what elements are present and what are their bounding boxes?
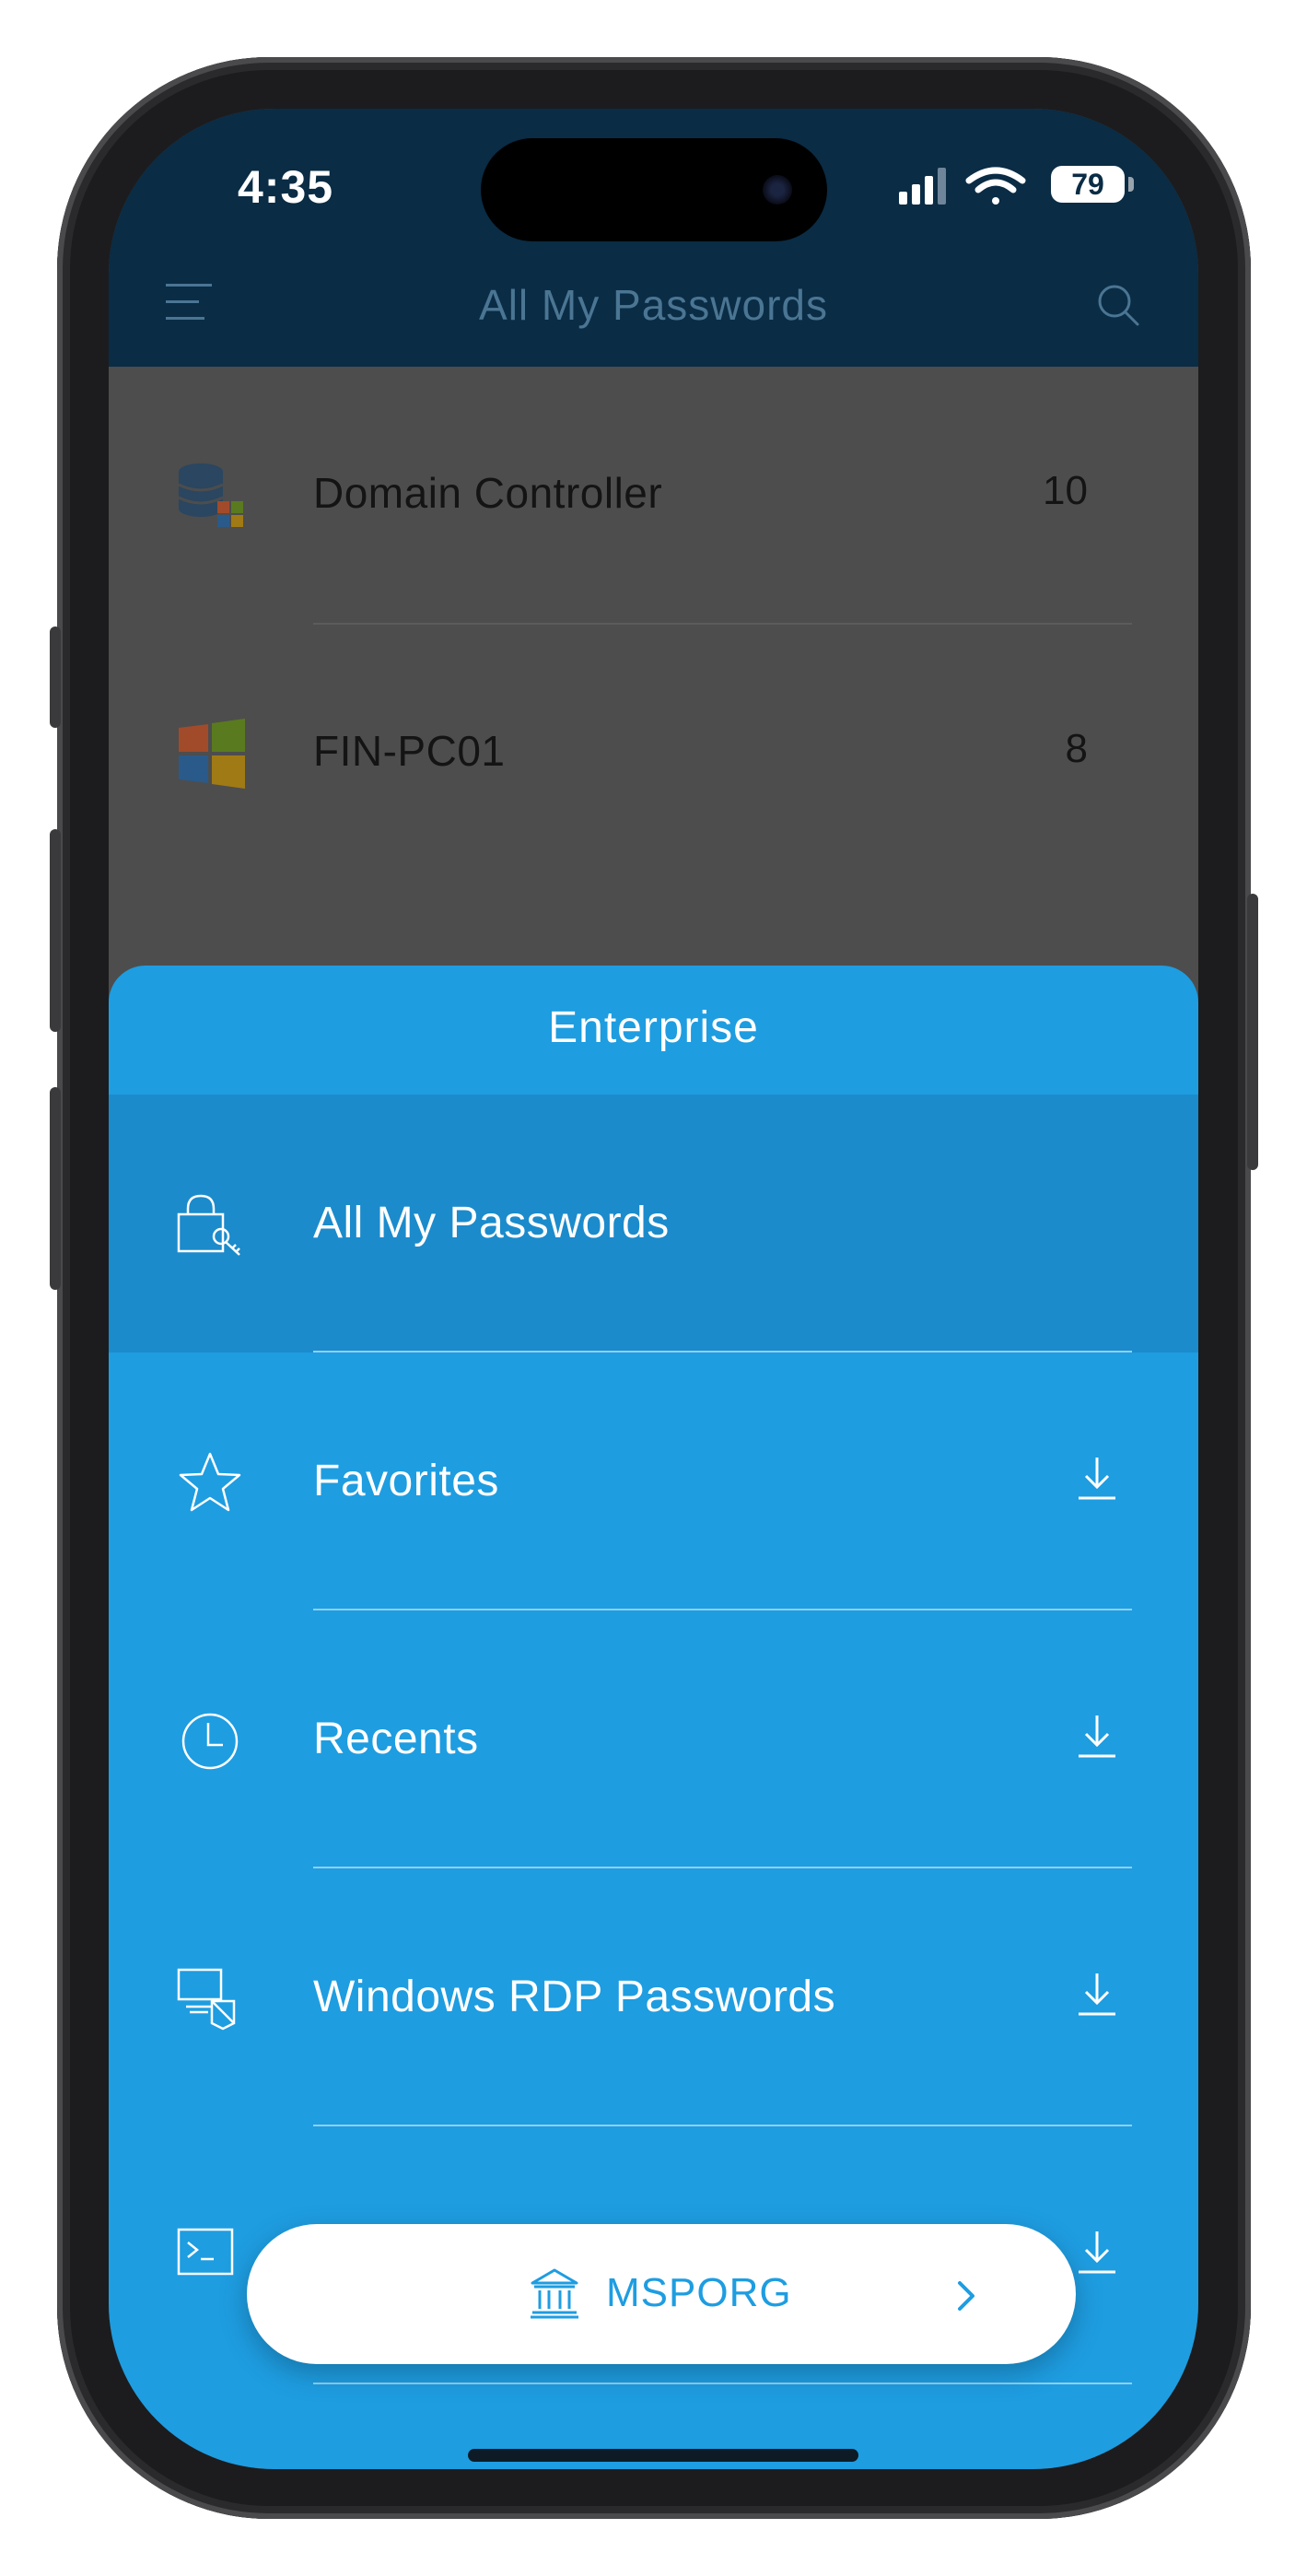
dynamic-island [481,138,827,241]
wifi-icon [965,167,1026,205]
power-button [1247,894,1258,1170]
org-selector-button[interactable]: MSPORG [247,2224,1076,2364]
database-windows-icon [178,463,243,527]
windows-logo-icon [179,719,245,789]
sheet-header: Enterprise [109,966,1198,1095]
list-item-label: FIN-PC01 [313,727,506,775]
signal-icon [899,168,946,205]
download-icon[interactable] [1075,1454,1119,1502]
menu-item-favorites[interactable]: Favorites [109,1352,1198,1610]
clock-icon [181,1713,239,1770]
bank-icon [531,2268,578,2319]
download-icon[interactable] [1075,1712,1119,1760]
action-button [50,626,61,728]
signal-wifi-icons [899,167,1026,205]
menu-item-label: Recents [313,1715,479,1763]
list-item[interactable]: Domain Controller 10 [109,367,1198,625]
list-item[interactable]: FIN-PC01 8 [109,625,1198,883]
lock-key-icon [177,1194,240,1256]
search-icon[interactable] [1095,282,1141,328]
camera-icon [763,175,792,205]
list-item-label: Domain Controller [313,469,663,517]
divider [313,2383,1132,2384]
list-item-count: 8 [1065,726,1088,771]
menu-item-recents[interactable]: Recents [109,1610,1198,1868]
screen: 4:35 79 All My Passwords Domain Controll… [109,109,1198,2469]
menu-item-label: Favorites [313,1457,499,1505]
menu-item-all-my-passwords[interactable]: All My Passwords [109,1095,1198,1352]
volume-down-button [50,1087,61,1290]
download-icon[interactable] [1075,2228,1119,2276]
menu-item-windows-rdp[interactable]: Windows RDP Passwords [109,1868,1198,2126]
status-time: 4:35 [238,161,334,213]
home-indicator[interactable] [468,2449,858,2462]
volume-up-button [50,829,61,1032]
terminal-icon [177,2228,234,2276]
sheet-title: Enterprise [548,1003,759,1052]
page-title: All My Passwords [479,281,828,329]
chevron-right-icon [958,2281,974,2311]
menu-item-label: All My Passwords [313,1199,670,1247]
rdp-monitor-icon [177,1968,236,2031]
menu-item-label: Windows RDP Passwords [313,1973,836,2021]
download-icon[interactable] [1075,1970,1119,2018]
star-icon [179,1452,241,1512]
battery-indicator: 79 [1051,166,1134,203]
org-name: MSPORG [606,2270,792,2315]
app-header: 4:35 79 All My Passwords [109,109,1198,367]
list-item-count: 10 [1043,468,1088,513]
